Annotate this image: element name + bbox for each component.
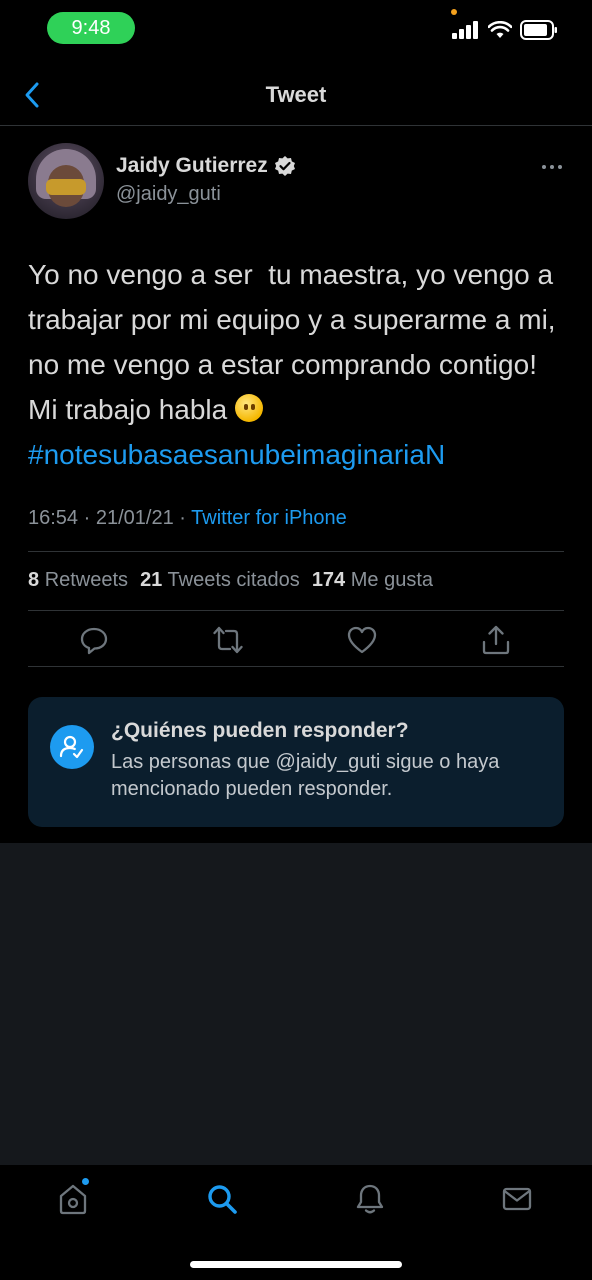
neutral-face-emoji-icon bbox=[235, 394, 264, 422]
divider bbox=[28, 551, 564, 552]
messages-mail-icon[interactable] bbox=[500, 1182, 534, 1216]
home-indicator-bar[interactable] bbox=[190, 1261, 402, 1268]
likes-label: Me gusta bbox=[350, 569, 434, 591]
tweet-body: Yo no vengo a ser tu maestra, yo vengo a… bbox=[28, 259, 564, 425]
retweet-icon[interactable] bbox=[212, 624, 244, 656]
wifi-icon bbox=[488, 21, 512, 38]
tweet-text: Yo no vengo a ser tu maestra, yo vengo a… bbox=[28, 252, 568, 477]
card-title: ¿Quiénes pueden responder? bbox=[111, 719, 409, 742]
page-title: Tweet bbox=[265, 82, 327, 107]
notifications-bell-icon[interactable] bbox=[353, 1182, 387, 1216]
meta-separator: · bbox=[179, 507, 186, 529]
status-icons bbox=[452, 20, 558, 40]
avatar[interactable] bbox=[28, 143, 104, 219]
likes-stat[interactable]: 174 Me gusta bbox=[312, 569, 433, 592]
tweet-date: 21/01/21 bbox=[95, 507, 174, 529]
battery-icon bbox=[520, 20, 557, 40]
new-content-dot bbox=[82, 1178, 89, 1185]
divider bbox=[28, 666, 564, 667]
quotes-label: Tweets citados bbox=[167, 569, 300, 591]
divider bbox=[28, 610, 564, 611]
tweet-actions bbox=[28, 624, 564, 658]
retweets-label: Retweets bbox=[44, 569, 129, 591]
search-icon[interactable] bbox=[205, 1182, 239, 1216]
home-icon[interactable] bbox=[56, 1182, 90, 1216]
mention-user-icon bbox=[50, 725, 94, 769]
author-handle[interactable]: @jaidy_guti bbox=[116, 183, 221, 206]
verified-badge-icon bbox=[274, 156, 295, 176]
author-name-row[interactable]: Jaidy Gutierrez bbox=[116, 154, 296, 178]
quotes-stat[interactable]: 21 Tweets citados bbox=[140, 569, 300, 592]
more-options-icon[interactable] bbox=[540, 157, 564, 177]
privacy-indicator-dot bbox=[451, 9, 457, 15]
cellular-signal-icon bbox=[452, 21, 478, 39]
like-heart-icon[interactable] bbox=[346, 624, 378, 656]
author-name: Jaidy Gutierrez bbox=[116, 154, 268, 177]
tweet-source-link[interactable]: Twitter for iPhone bbox=[191, 507, 347, 529]
quotes-count: 21 bbox=[140, 569, 163, 591]
hashtag-link[interactable]: #notesubasaesanubeimaginariaN bbox=[28, 439, 445, 470]
reply-icon[interactable] bbox=[78, 624, 110, 656]
retweets-stat[interactable]: 8 Retweets bbox=[28, 569, 128, 592]
tweet-meta: 16:54 · 21/01/21 · Twitter for iPhone bbox=[28, 507, 347, 530]
tweet-stats: 8 Retweets 21 Tweets citados 174 Me gust… bbox=[28, 569, 433, 592]
meta-separator: · bbox=[83, 507, 91, 529]
status-time: 9:48 bbox=[47, 12, 135, 44]
likes-count: 174 bbox=[311, 569, 346, 591]
share-icon[interactable] bbox=[480, 624, 512, 656]
card-body: Las personas que @jaidy_guti sigue o hay… bbox=[111, 751, 500, 800]
retweets-count: 8 bbox=[28, 569, 40, 591]
who-can-reply-card: ¿Quiénes pueden responder? Las personas … bbox=[28, 697, 564, 827]
header-divider bbox=[0, 125, 592, 126]
tweet-time: 16:54 bbox=[28, 507, 79, 529]
